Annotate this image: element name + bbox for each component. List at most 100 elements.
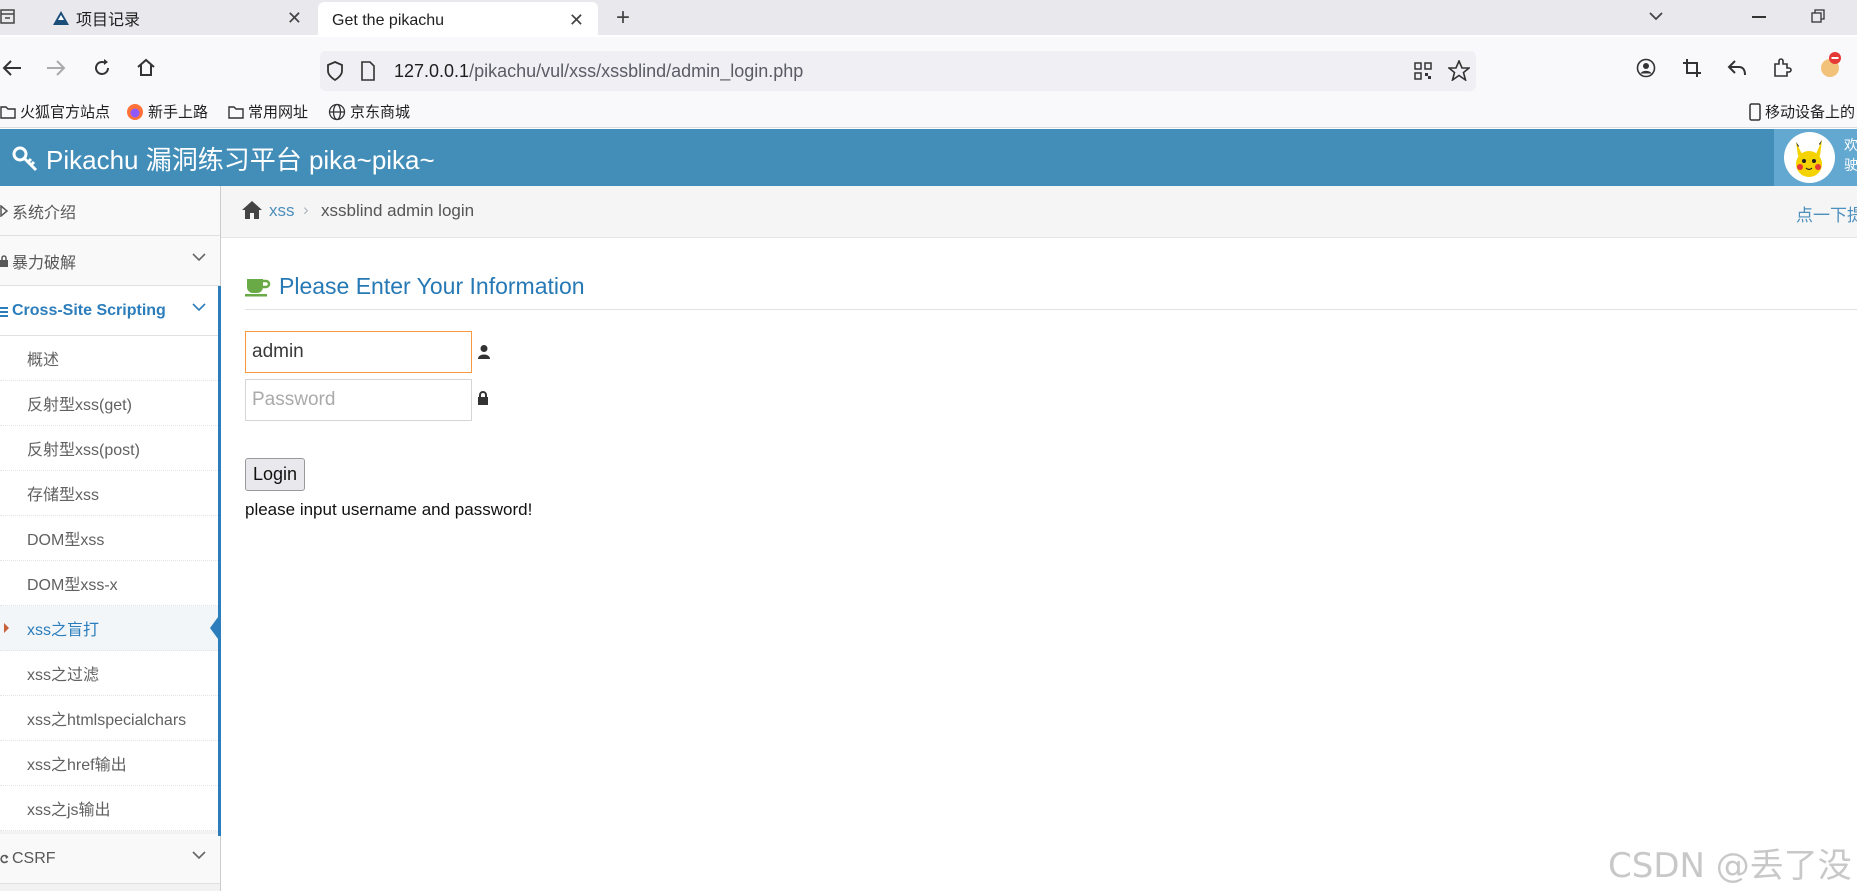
sidebar-subitem-label: DOM型xss-x: [27, 577, 118, 594]
close-tab-icon[interactable]: ✕: [287, 9, 302, 27]
tab-list-icon[interactable]: [0, 8, 16, 26]
new-tab-icon[interactable]: +: [616, 4, 630, 32]
breadcrumb-link-xss[interactable]: xss: [269, 201, 295, 221]
bookmark-getting-started[interactable]: 新手上路: [126, 101, 208, 122]
sidebar-subitem-href-output[interactable]: xss之href输出: [0, 741, 220, 786]
breadcrumb-current: xssblind admin login: [321, 201, 475, 220]
user-greeting-line2: 驶: [1844, 157, 1857, 173]
bookmark-label: 京东商城: [350, 104, 411, 121]
hint-link[interactable]: 点一下提: [1796, 201, 1857, 226]
star-icon[interactable]: [1448, 60, 1470, 81]
tab-label: 项目记录: [76, 11, 141, 29]
bookmark-jd-mall[interactable]: 京东商城: [328, 101, 410, 122]
key-icon: [12, 146, 38, 171]
sidebar-subitem-label: DOM型xss: [27, 532, 105, 549]
lock-icon: [0, 254, 10, 267]
sidebar-subitem-label: 反射型xss(post): [27, 442, 140, 459]
sidebar-item-system-intro[interactable]: 系统介绍: [0, 186, 220, 236]
sidebar-subitem-js-output[interactable]: xss之js输出: [0, 786, 220, 831]
tab-get-the-pikachu[interactable]: Get the pikachu ✕: [318, 2, 598, 39]
sidebar-subitem-stored[interactable]: 存储型xss: [0, 471, 220, 516]
undo-icon[interactable]: [1727, 59, 1747, 77]
sidebar-subitem-reflected-post[interactable]: 反射型xss(post): [0, 426, 220, 471]
bookmark-mobile-devices[interactable]: 移动设备上的: [1749, 101, 1855, 122]
address-bar[interactable]: 127.0.0.1/pikachu/vul/xss/xssblind/admin…: [320, 51, 1476, 91]
back-arrow-icon[interactable]: [2, 59, 22, 77]
url-path: /pikachu/vul/xss/xssblind/admin_login.ph…: [469, 61, 804, 81]
bookmark-firefox-official[interactable]: 火狐官方站点: [0, 101, 110, 122]
sidebar-subitem-blind[interactable]: xss之盲打: [0, 606, 221, 651]
qr-code-icon[interactable]: [1414, 62, 1432, 80]
sidebar: 系统介绍 暴力破解 Cross-Site Scripting 概述 反射型xss…: [0, 186, 221, 891]
tab-label: Get the pikachu: [332, 11, 445, 29]
url-host: 127.0.0.1: [394, 61, 470, 81]
sidebar-item-label: 系统介绍: [12, 204, 77, 222]
breadcrumb: xss › xssblind admin login 点一下提: [221, 186, 1857, 238]
chevron-down-icon: [192, 302, 206, 312]
bookmark-label: 常用网址: [248, 104, 309, 121]
sidebar-item-brute-force[interactable]: 暴力破解: [0, 236, 220, 286]
globe-icon: [328, 103, 346, 120]
sidebar-subitem-label: xss之htmlspecialchars: [27, 712, 187, 729]
home-icon[interactable]: [136, 57, 156, 77]
user-menu[interactable]: 欢驶: [1774, 129, 1857, 186]
sidebar-subitem-label: 存储型xss: [27, 487, 100, 504]
sidebar-item-label: Cross-Site Scripting: [12, 301, 166, 319]
list-icon: [0, 305, 10, 317]
tab-project-records[interactable]: 项目记录 ✕: [36, 0, 316, 35]
close-tab-icon[interactable]: ✕: [569, 11, 584, 29]
chevron-down-icon: [192, 252, 206, 262]
current-marker-icon: [4, 623, 9, 633]
mountain-favicon-icon: [52, 10, 70, 26]
sidebar-subitem-label: xss之盲打: [27, 622, 100, 639]
chevron-down-icon[interactable]: [1648, 10, 1664, 22]
desktop-icon: [0, 204, 10, 217]
chevron-down-icon: [192, 850, 206, 860]
watermark: CSDN @丢了没: [1608, 846, 1852, 886]
avatar: [1784, 132, 1835, 183]
sidebar-item-label: CSRF: [12, 849, 56, 867]
reload-icon[interactable]: [92, 58, 112, 78]
url-text[interactable]: 127.0.0.1/pikachu/vul/xss/xssblind/admin…: [394, 61, 803, 82]
sidebar-subitem-overview[interactable]: 概述: [0, 336, 220, 381]
username-input[interactable]: [245, 331, 472, 373]
form-heading-text: Please Enter Your Information: [279, 273, 585, 299]
brand[interactable]: Pikachu 漏洞练习平台 pika~pika~: [12, 140, 435, 177]
user-greeting-line1: 欢: [1844, 137, 1857, 153]
bookmark-common-sites[interactable]: 常用网址: [228, 101, 308, 122]
profile-extension-icon[interactable]: [1817, 51, 1843, 79]
sidebar-subitem-filter[interactable]: xss之过滤: [0, 651, 220, 696]
refresh-icon: [0, 853, 10, 865]
bookmarks-bar: 火狐官方站点 新手上路 常用网址 京东商城 移动设备上的: [0, 93, 1857, 128]
page-icon[interactable]: [360, 61, 376, 81]
extensions-icon[interactable]: [1772, 57, 1792, 77]
sidebar-subitem-reflected-get[interactable]: 反射型xss(get): [0, 381, 220, 426]
bookmark-label: 移动设备上的: [1765, 104, 1856, 121]
folder-icon: [228, 105, 244, 119]
forward-arrow-icon[interactable]: [46, 59, 66, 77]
login-button[interactable]: Login: [245, 458, 305, 491]
user-icon: [477, 344, 491, 360]
restore-icon[interactable]: [1811, 9, 1825, 23]
sidebar-item-xss[interactable]: Cross-Site Scripting: [0, 286, 220, 336]
account-icon[interactable]: [1636, 58, 1656, 78]
password-input[interactable]: [245, 379, 472, 421]
home-icon[interactable]: [241, 200, 263, 220]
shield-icon[interactable]: [326, 61, 344, 81]
form-heading: Please Enter Your Information: [245, 273, 1857, 310]
sidebar-subitem-htmlspecialchars[interactable]: xss之htmlspecialchars: [0, 696, 220, 741]
sidebar-subitem-dom-x[interactable]: DOM型xss-x: [0, 561, 220, 606]
minimize-icon[interactable]: [1752, 16, 1766, 18]
sidebar-subitem-dom[interactable]: DOM型xss: [0, 516, 220, 561]
browser-tab-bar: 项目记录 ✕ Get the pikachu ✕ +: [0, 0, 1857, 39]
crop-icon[interactable]: [1682, 58, 1702, 78]
brand-title: Pikachu 漏洞练习平台 pika~pika~: [46, 145, 435, 175]
mobile-icon: [1749, 102, 1761, 121]
sidebar-subitem-label: 反射型xss(get): [27, 397, 132, 414]
lock-icon: [477, 391, 489, 406]
sidebar-item-csrf[interactable]: CSRF: [0, 834, 220, 884]
main-content: Please Enter Your Information Login plea…: [221, 238, 1857, 891]
site-header: Pikachu 漏洞练习平台 pika~pika~ 欢驶: [0, 129, 1857, 186]
folder-icon: [0, 105, 16, 119]
breadcrumb-separator: ›: [303, 200, 309, 219]
